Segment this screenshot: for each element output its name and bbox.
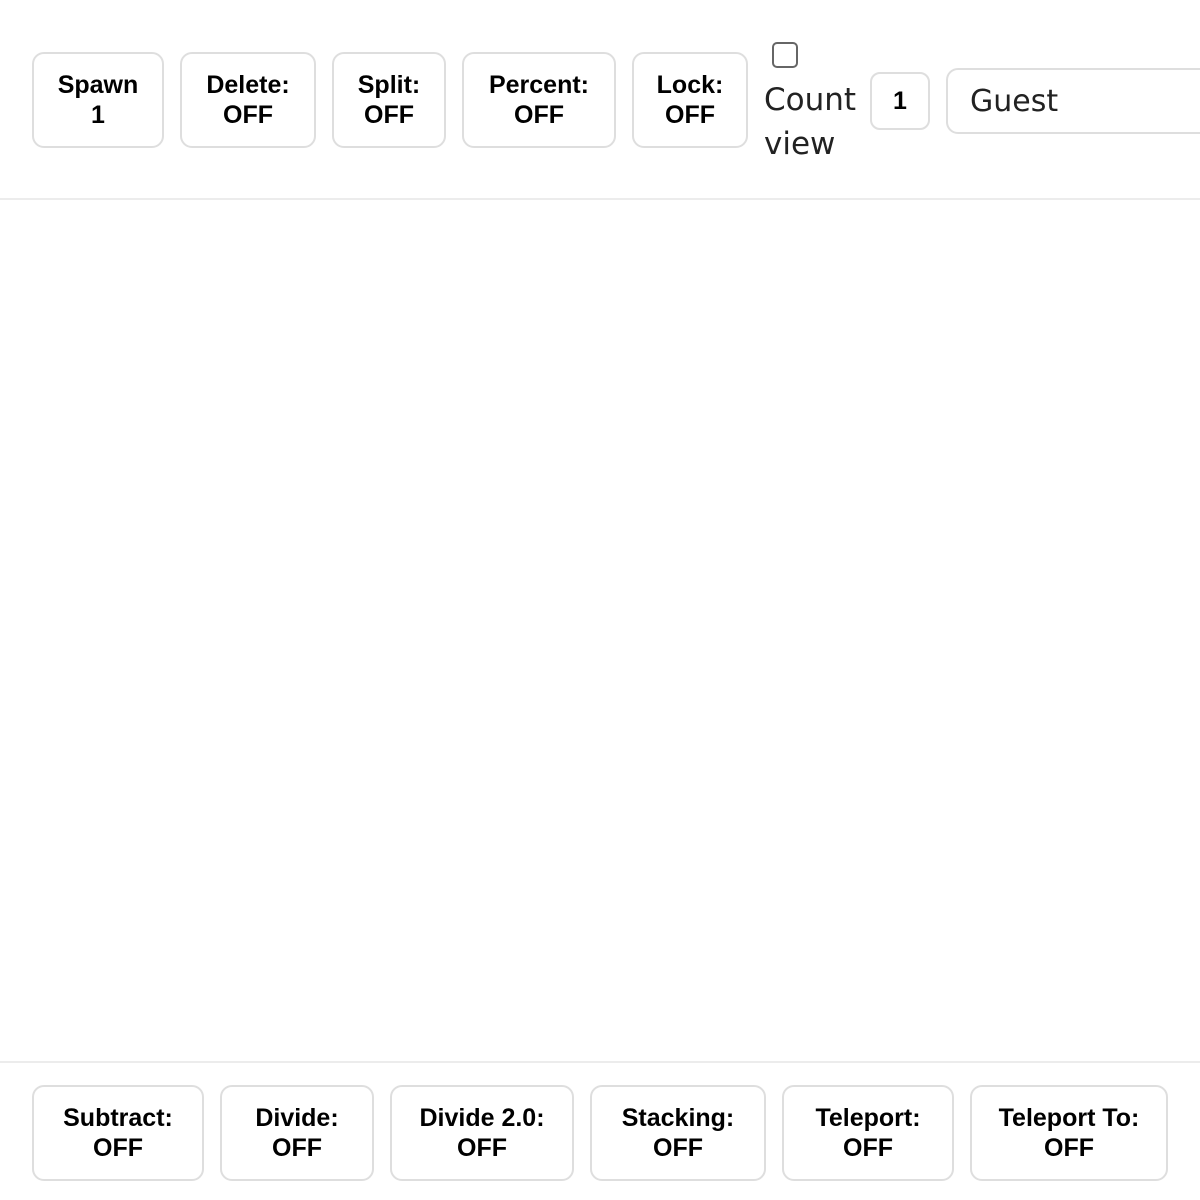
split-button[interactable]: Split: OFF	[332, 52, 446, 148]
play-area[interactable]	[0, 200, 1200, 1061]
subtract-button-label: Subtract:	[63, 1104, 173, 1132]
lock-button[interactable]: Lock: OFF	[632, 52, 748, 148]
delete-button-label: Delete:	[206, 71, 290, 99]
divide-button-label: Divide:	[255, 1104, 339, 1132]
count-view-checkbox[interactable]	[772, 42, 798, 68]
teleport-to-button[interactable]: Teleport To: OFF	[970, 1085, 1168, 1181]
teleport-to-button-label: Teleport To:	[998, 1104, 1140, 1132]
player-name-input[interactable]: Guest	[946, 68, 1200, 134]
spawn-button-value: 1	[91, 101, 105, 129]
divide-button-value: OFF	[272, 1134, 322, 1162]
stacking-button-value: OFF	[653, 1134, 703, 1162]
divide-2-button-label: Divide 2.0:	[419, 1104, 545, 1132]
teleport-button-label: Teleport:	[815, 1104, 921, 1132]
page: Spawn 1 Delete: OFF Split: OFF Percent: …	[0, 0, 1200, 1200]
percent-button[interactable]: Percent: OFF	[462, 52, 616, 148]
bottom-toolbar: Subtract: OFF Divide: OFF Divide 2.0: OF…	[0, 1061, 1200, 1200]
subtract-button[interactable]: Subtract: OFF	[32, 1085, 204, 1181]
delete-button[interactable]: Delete: OFF	[180, 52, 316, 148]
lock-button-label: Lock:	[656, 71, 724, 99]
percent-button-label: Percent:	[488, 71, 590, 99]
divide-button[interactable]: Divide: OFF	[220, 1085, 374, 1181]
delete-button-value: OFF	[223, 101, 273, 129]
count-view-label: Count view	[764, 82, 857, 162]
stacking-button-label: Stacking:	[621, 1104, 735, 1132]
top-toolbar: Spawn 1 Delete: OFF Split: OFF Percent: …	[0, 0, 1200, 200]
percent-button-value: OFF	[514, 101, 564, 129]
subtract-button-value: OFF	[93, 1134, 143, 1162]
divide-2-button[interactable]: Divide 2.0: OFF	[390, 1085, 574, 1181]
teleport-to-button-value: OFF	[1044, 1134, 1094, 1162]
spawn-button[interactable]: Spawn 1	[32, 52, 164, 148]
teleport-button[interactable]: Teleport: OFF	[782, 1085, 954, 1181]
split-button-label: Split:	[357, 71, 421, 99]
lock-button-value: OFF	[665, 101, 715, 129]
stacking-button[interactable]: Stacking: OFF	[590, 1085, 766, 1181]
spawn-button-label: Spawn	[57, 71, 139, 99]
divide-2-button-value: OFF	[457, 1134, 507, 1162]
teleport-button-value: OFF	[843, 1134, 893, 1162]
count-input[interactable]: 1	[870, 72, 930, 130]
split-button-value: OFF	[364, 101, 414, 129]
